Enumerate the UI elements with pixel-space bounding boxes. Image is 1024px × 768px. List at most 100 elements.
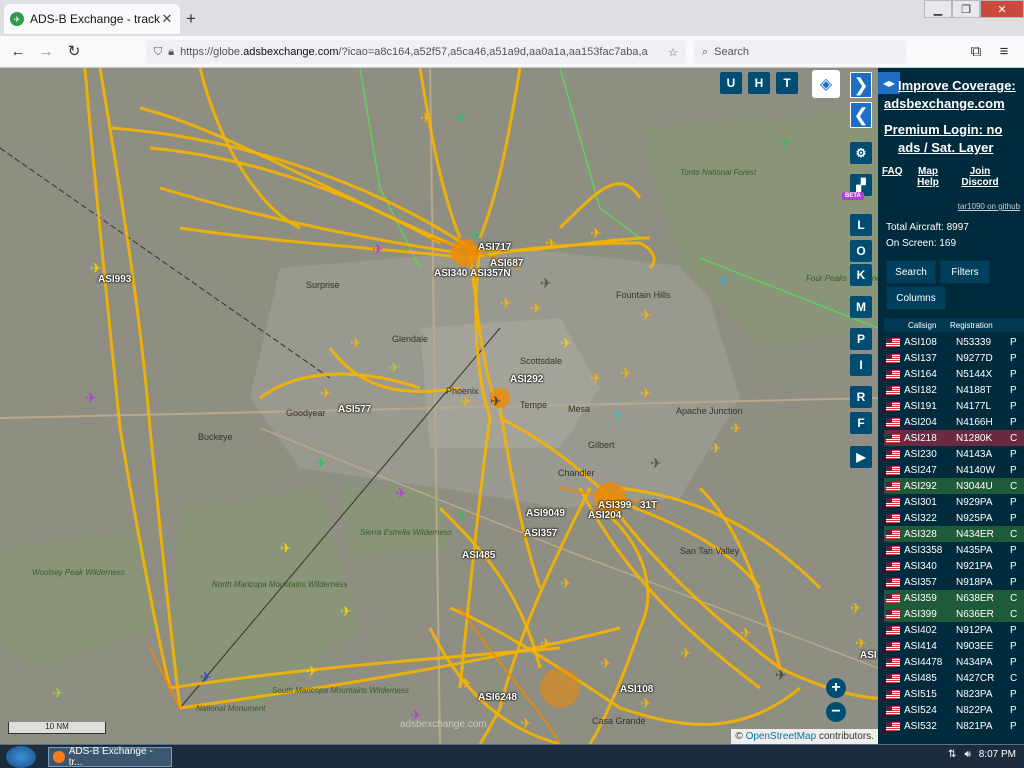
url-text[interactable]: https://globe.adsbexchange.com/?icao=a8c…: [180, 46, 668, 58]
aircraft-callsign[interactable]: ASI6248: [478, 692, 517, 703]
table-row[interactable]: ASI204 N4166H P: [884, 414, 1024, 430]
table-row[interactable]: ASI414 N903EE P: [884, 638, 1024, 654]
filters-button[interactable]: Filters: [940, 260, 990, 284]
restore-button[interactable]: ❐: [952, 0, 980, 18]
faq-link[interactable]: FAQ: [882, 166, 903, 177]
table-row[interactable]: ASI301 N929PA P: [884, 494, 1024, 510]
aircraft-callsign[interactable]: ASI717: [478, 242, 511, 253]
reload-icon[interactable]: ↻: [64, 42, 84, 62]
toggle-u-button[interactable]: U: [720, 72, 742, 94]
extensions-icon[interactable]: ⧉: [966, 42, 986, 62]
table-row[interactable]: ASI164 N5144X P: [884, 366, 1024, 382]
lock-icon[interactable]: 🔒︎: [168, 46, 174, 59]
clock[interactable]: 8:07 PM: [979, 749, 1016, 760]
premium-login-line1[interactable]: Premium Login: no: [884, 122, 1002, 137]
toggle-i-button[interactable]: I: [850, 354, 872, 376]
columns-button[interactable]: Columns: [886, 286, 946, 310]
toggle-f-button[interactable]: F: [850, 412, 872, 434]
table-row[interactable]: ASI137 N9277D P: [884, 350, 1024, 366]
table-row[interactable]: ASI182 N4188T P: [884, 382, 1024, 398]
toggle-k-button[interactable]: K: [850, 264, 872, 286]
table-row[interactable]: ASI532 N821PA P: [884, 718, 1024, 734]
premium-login-line2[interactable]: ads / Sat. Layer: [898, 140, 993, 155]
aircraft-callsign[interactable]: ASI292: [510, 374, 543, 385]
table-row[interactable]: ASI515 N823PA P: [884, 686, 1024, 702]
aircraft-callsign[interactable]: ASI357: [524, 528, 557, 539]
toggle-m-button[interactable]: M: [850, 296, 872, 318]
map-help-link[interactable]: Map Help: [916, 166, 940, 188]
table-row[interactable]: ASI485 N427CR C: [884, 670, 1024, 686]
taskbar-firefox[interactable]: ADS-B Exchange - tr...: [48, 746, 172, 768]
layers-icon[interactable]: ◈: [812, 70, 840, 98]
toggle-p-button[interactable]: P: [850, 328, 872, 350]
menu-icon[interactable]: ≡: [994, 42, 1014, 62]
collapse-panel-button[interactable]: ❮: [850, 102, 872, 128]
github-link[interactable]: tar1090 on github: [958, 202, 1020, 211]
bookmark-star-icon[interactable]: ☆: [668, 46, 678, 59]
table-row[interactable]: ASI4478 N434PA P: [884, 654, 1024, 670]
toggle-r-button[interactable]: R: [850, 386, 872, 408]
zoom-out-button[interactable]: −: [826, 702, 846, 722]
back-icon[interactable]: ←: [8, 42, 28, 62]
table-row[interactable]: ASI322 N925PA P: [884, 510, 1024, 526]
network-icon[interactable]: ⇅: [948, 749, 956, 760]
row-registration: N822PA: [956, 704, 993, 716]
table-row[interactable]: ASI402 N912PA P: [884, 622, 1024, 638]
table-row[interactable]: ASI3358 N435PA P: [884, 542, 1024, 558]
table-row[interactable]: ASI328 N434ER C: [884, 526, 1024, 542]
forward-icon[interactable]: →: [36, 42, 56, 62]
aircraft-callsign[interactable]: ASI357N: [470, 268, 511, 279]
join-discord-link[interactable]: Join Discord: [960, 166, 1000, 188]
column-registration[interactable]: Registration: [950, 321, 1010, 330]
aircraft-callsign[interactable]: ASI108: [620, 684, 653, 695]
aircraft-callsign[interactable]: ASI9049: [526, 508, 565, 519]
toggle-l-button[interactable]: L: [850, 214, 872, 236]
volume-icon[interactable]: 🔊︎: [964, 749, 970, 760]
aircraft-callsign[interactable]: ASI340: [434, 268, 467, 279]
minimize-button[interactable]: ▁: [924, 0, 952, 18]
close-tab-icon[interactable]: ✕: [160, 11, 174, 27]
zoom-in-button[interactable]: +: [826, 678, 846, 698]
url-bar[interactable]: ⛉ 🔒︎ https://globe.adsbexchange.com/?ica…: [146, 40, 686, 64]
row-type: P: [1010, 704, 1017, 716]
table-row[interactable]: ASI524 N822PA P: [884, 702, 1024, 718]
table-row[interactable]: ASI247 N4140W P: [884, 462, 1024, 478]
table-row[interactable]: ASI399 N636ER C: [884, 606, 1024, 622]
row-callsign: ASI191: [904, 400, 937, 412]
column-callsign[interactable]: Callsign: [908, 321, 950, 330]
expand-panel-button[interactable]: ❯: [850, 72, 872, 98]
tracking-shield-icon[interactable]: ⛉: [154, 46, 162, 59]
aircraft-callsign[interactable]: ASI: [860, 650, 877, 661]
table-row[interactable]: ASI359 N638ER C: [884, 590, 1024, 606]
aircraft-callsign[interactable]: ASI485: [462, 550, 495, 561]
aircraft-callsign[interactable]: ASI577: [338, 404, 371, 415]
toggle-o-button[interactable]: O: [850, 240, 872, 262]
toggle-sidebar-icon[interactable]: ◂▸: [878, 72, 900, 94]
flight-map[interactable]: ✈ ✈ ✈ ✈ ✈ ✈ ✈ ✈ ✈ ✈ ✈ ✈ ✈ ✈ ✈ ✈ ✈ ✈ ✈ ✈: [0, 68, 878, 744]
table-row[interactable]: ASI230 N4143A P: [884, 446, 1024, 462]
new-tab-button[interactable]: +: [186, 9, 196, 29]
start-button[interactable]: [6, 746, 36, 768]
search-button[interactable]: Search: [886, 260, 936, 284]
table-row[interactable]: ASI218 N1280K C: [884, 430, 1024, 446]
table-row[interactable]: ASI357 N918PA P: [884, 574, 1024, 590]
aircraft-callsign[interactable]: 31T: [640, 500, 657, 511]
search-bar[interactable]: ⌕ Search: [694, 40, 906, 64]
table-row[interactable]: ASI340 N921PA P: [884, 558, 1024, 574]
table-row[interactable]: ASI292 N3044U C: [884, 478, 1024, 494]
settings-gear-icon[interactable]: ⚙: [850, 142, 872, 164]
toggle-t-button[interactable]: T: [776, 72, 798, 94]
replay-icon[interactable]: ▶: [850, 446, 872, 468]
table-row[interactable]: ASI191 N4177L P: [884, 398, 1024, 414]
osm-link[interactable]: OpenStreetMap: [746, 731, 817, 742]
us-flag-icon: [886, 673, 900, 683]
aircraft-callsign[interactable]: ASI204: [588, 510, 621, 521]
promo-coverage-line1[interactable]: Improve Coverage:: [898, 78, 1016, 93]
close-window-button[interactable]: ✕: [980, 0, 1024, 18]
table-row[interactable]: ASI108 N53339 P: [884, 334, 1024, 350]
browser-tab[interactable]: ✈ ADS-B Exchange - track aircraft ✕: [4, 4, 180, 34]
row-callsign: ASI402: [904, 624, 937, 636]
promo-coverage-line2[interactable]: adsbexchange.com: [884, 96, 1005, 111]
aircraft-callsign[interactable]: ASI993: [98, 274, 131, 285]
toggle-h-button[interactable]: H: [748, 72, 770, 94]
